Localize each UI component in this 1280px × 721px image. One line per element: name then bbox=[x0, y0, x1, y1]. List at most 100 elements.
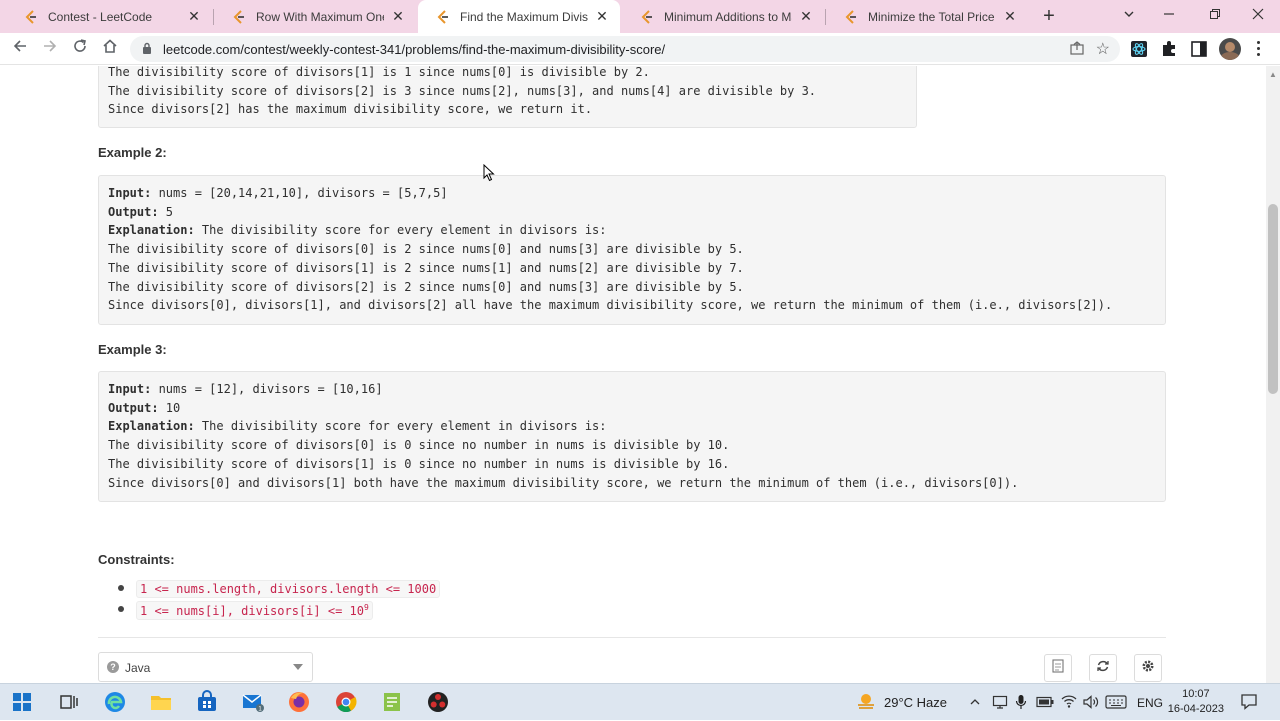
output-line: Output: 10 bbox=[108, 399, 1156, 418]
output-label: Output: bbox=[108, 204, 159, 219]
problem-description: The divisibility score of divisors[1] is… bbox=[0, 66, 1280, 683]
explanation-line: Since divisors[0], divisors[1], and divi… bbox=[108, 298, 1113, 313]
language-select[interactable]: ? Java bbox=[98, 652, 313, 682]
tab-title: Row With Maximum Ones - L bbox=[256, 9, 384, 24]
leetcode-logo-icon bbox=[437, 9, 448, 24]
input-value: nums = [20,14,21,10], divisors = [5,7,5] bbox=[151, 186, 448, 200]
input-value: nums = [12], divisors = [10,16] bbox=[151, 382, 383, 396]
explanation-line: The divisibility score of divisors[1] is… bbox=[108, 66, 650, 79]
example-2-code-block: Input: nums = [20,14,21,10], divisors = … bbox=[98, 175, 1166, 325]
weather-widget[interactable]: 29°C Haze bbox=[884, 684, 947, 721]
input-language-indicator[interactable]: ENG bbox=[1137, 684, 1163, 721]
example-2-title: Example 2: bbox=[98, 145, 167, 160]
address-bar[interactable]: leetcode.com/contest/weekly-contest-341/… bbox=[130, 36, 1120, 62]
input-line: Input: nums = [12], divisors = [10,16] bbox=[108, 380, 1156, 399]
explanation-value: The divisibility score for every element… bbox=[194, 419, 607, 434]
explanation-label: Explanation: bbox=[108, 419, 195, 434]
leetcode-logo-icon bbox=[233, 9, 244, 24]
explanation-line: The divisibility score of divisors[2] is… bbox=[108, 83, 817, 98]
tab-close-icon[interactable]: ✕ bbox=[390, 8, 406, 25]
input-label: Input: bbox=[108, 186, 152, 200]
task-view-icon[interactable] bbox=[57, 690, 81, 714]
leetcode-logo-icon bbox=[845, 9, 856, 24]
restore-icon[interactable] bbox=[1203, 4, 1227, 26]
mouse-cursor-icon bbox=[483, 164, 495, 182]
profile-avatar[interactable] bbox=[1219, 38, 1241, 60]
leetcode-logo-icon bbox=[641, 9, 652, 24]
tab-close-icon[interactable]: ✕ bbox=[1002, 8, 1018, 25]
clock-time: 10:07 bbox=[1182, 688, 1210, 700]
forward-icon[interactable] bbox=[39, 38, 61, 60]
explanation-line: The divisibility score of divisors[1] is… bbox=[108, 456, 730, 471]
explanation-heading-line: Explanation: The divisibility score for … bbox=[108, 417, 1156, 436]
tab-close-icon[interactable]: ✕ bbox=[186, 8, 202, 25]
explanation-line: Since divisors[0] and divisors[1] both h… bbox=[108, 475, 1019, 490]
example-3-code-block: Input: nums = [12], divisors = [10,16] O… bbox=[98, 371, 1166, 502]
page-scrollbar[interactable]: ▲ bbox=[1266, 66, 1280, 683]
microsoft-store-icon[interactable] bbox=[195, 690, 219, 714]
editor-notes-button[interactable] bbox=[1044, 654, 1072, 682]
tab-search-icon[interactable] bbox=[1117, 4, 1141, 26]
output-value: 10 bbox=[158, 400, 181, 415]
browser-tab[interactable]: Minimum Additions to Make ✕ bbox=[622, 0, 824, 33]
input-label: Input: bbox=[108, 382, 152, 396]
chrome-icon[interactable] bbox=[334, 690, 358, 714]
react-devtools-extension-icon[interactable] bbox=[1129, 39, 1149, 59]
new-tab-button[interactable]: + bbox=[1038, 5, 1060, 27]
back-icon[interactable] bbox=[9, 38, 31, 60]
browser-menu-icon[interactable] bbox=[1256, 41, 1262, 57]
constraint-code: 1 <= nums[i], divisors[i] <= 109 bbox=[136, 601, 373, 620]
firefox-icon[interactable] bbox=[287, 690, 311, 714]
weather-temp: 29°C bbox=[884, 695, 914, 710]
touch-keyboard-icon[interactable] bbox=[1105, 694, 1127, 710]
side-panel-icon[interactable] bbox=[1189, 39, 1209, 59]
tab-close-icon[interactable]: ✕ bbox=[594, 8, 610, 25]
show-hidden-icons-chevron-icon[interactable] bbox=[969, 696, 981, 708]
lock-icon bbox=[143, 42, 151, 54]
extensions-puzzle-icon[interactable] bbox=[1159, 39, 1179, 59]
close-window-icon[interactable] bbox=[1246, 4, 1270, 26]
tab-title: Contest - LeetCode bbox=[48, 9, 153, 24]
constraint-text: 1 <= nums[i], divisors[i] <= 10 bbox=[140, 604, 364, 618]
scroll-up-arrow-icon[interactable]: ▲ bbox=[1269, 70, 1277, 79]
taskbar-clock[interactable]: 10:07 16-04-2023 bbox=[1168, 687, 1224, 717]
reset-code-button[interactable] bbox=[1089, 654, 1117, 682]
volume-icon[interactable] bbox=[1082, 694, 1100, 710]
weather-desc: Haze bbox=[916, 695, 948, 710]
explanation-line: The divisibility score of divisors[0] is… bbox=[108, 438, 730, 453]
output-line: Output: 5 bbox=[108, 203, 1156, 222]
explanation-label: Explanation: bbox=[108, 223, 195, 238]
scroll-thumb[interactable] bbox=[1268, 204, 1278, 394]
browser-tab-strip: Contest - LeetCode ✕ Row With Maximum On… bbox=[0, 0, 1280, 33]
clock-date: 16-04-2023 bbox=[1167, 703, 1224, 715]
display-icon[interactable] bbox=[992, 694, 1008, 710]
section-divider bbox=[98, 637, 1166, 638]
notifications-icon[interactable] bbox=[1240, 693, 1258, 711]
reload-icon[interactable] bbox=[69, 38, 91, 60]
share-icon[interactable] bbox=[1070, 41, 1084, 58]
bullet-icon bbox=[118, 606, 124, 612]
editor-settings-button[interactable] bbox=[1134, 654, 1162, 682]
battery-icon[interactable] bbox=[1036, 696, 1054, 708]
example-3-title: Example 3: bbox=[98, 342, 167, 357]
file-explorer-icon[interactable] bbox=[149, 690, 173, 714]
browser-tab[interactable]: Minimize the Total Price of th ✕ bbox=[826, 0, 1028, 33]
obs-studio-icon[interactable] bbox=[426, 690, 450, 714]
bookmark-star-icon[interactable]: ☆ bbox=[1096, 39, 1110, 59]
tab-close-icon[interactable]: ✕ bbox=[798, 8, 814, 25]
edge-browser-icon[interactable] bbox=[103, 690, 127, 714]
minimize-icon[interactable] bbox=[1157, 4, 1181, 26]
chevron-down-icon bbox=[293, 664, 303, 670]
notepad-plus-icon[interactable] bbox=[380, 690, 404, 714]
wifi-icon[interactable] bbox=[1061, 694, 1077, 708]
constraint-text: 1 <= nums.length, divisors.length <= 100… bbox=[140, 582, 437, 596]
browser-tab-active[interactable]: Find the Maximum Divisibilit ✕ bbox=[418, 0, 620, 33]
browser-tab[interactable]: Row With Maximum Ones - L ✕ bbox=[214, 0, 416, 33]
help-icon: ? bbox=[107, 661, 119, 673]
browser-tab[interactable]: Contest - LeetCode ✕ bbox=[6, 0, 212, 33]
home-icon[interactable] bbox=[99, 38, 121, 60]
explanation-value: The divisibility score for every element… bbox=[194, 223, 607, 238]
microphone-icon[interactable] bbox=[1015, 694, 1027, 710]
windows-start-icon[interactable] bbox=[12, 692, 32, 712]
mail-app-icon[interactable]: 1 bbox=[241, 690, 265, 714]
